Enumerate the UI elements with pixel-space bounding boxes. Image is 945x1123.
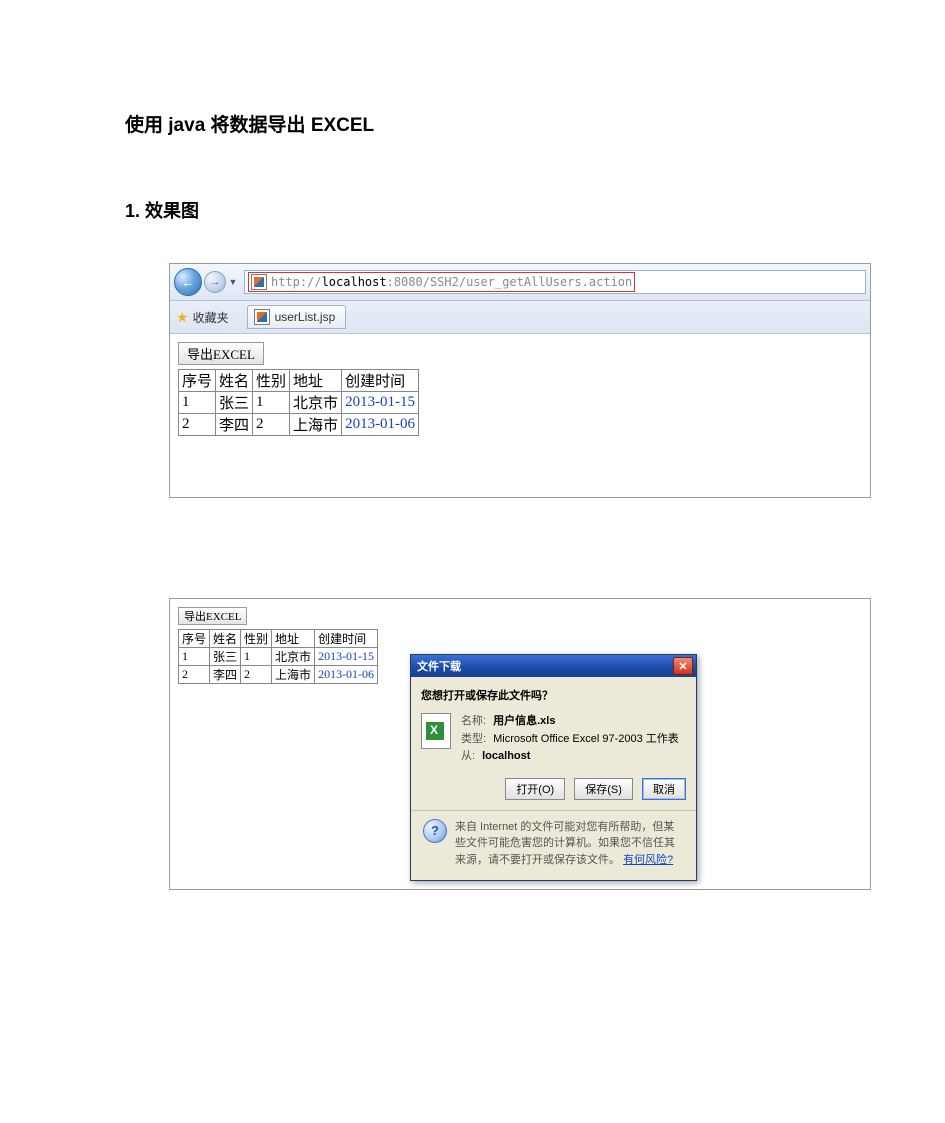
table-header-row: 序号 姓名 性别 地址 创建时间 <box>179 630 378 648</box>
file-download-dialog: 文件下载 ✕ 您想打开或保存此文件吗？ 名称: 用户信息.xls 类型: <box>410 654 697 881</box>
page-icon <box>251 274 267 290</box>
back-button[interactable]: ← <box>174 268 202 296</box>
cell: 1 <box>241 648 272 666</box>
page-content: 导出EXCEL 序号 姓名 性别 地址 创建时间 1 张三 1 北京市 2013… <box>170 334 870 497</box>
cell: 2 <box>253 414 290 436</box>
dialog-title-text: 文件下载 <box>417 658 461 674</box>
cell-date: 2013-01-06 <box>342 414 419 436</box>
th-name: 姓名 <box>210 630 241 648</box>
cell: 1 <box>253 392 290 414</box>
favorites-bar: ★ 收藏夹 userList.jsp <box>170 301 870 334</box>
cell: 1 <box>179 392 216 414</box>
export-excel-button[interactable]: 导出EXCEL <box>178 607 247 625</box>
dialog-separator <box>411 810 696 811</box>
meta-from-label: 从: <box>461 750 475 762</box>
th-sex: 性别 <box>241 630 272 648</box>
browser-window: ← → ▼ http://localhost:8080/SSH2/user_ge… <box>169 263 871 498</box>
th-date: 创建时间 <box>342 370 419 392</box>
dialog-body: 您想打开或保存此文件吗？ 名称: 用户信息.xls 类型: Microsoft … <box>411 677 696 880</box>
dialog-file-info: 名称: 用户信息.xls 类型: Microsoft Office Excel … <box>421 713 686 766</box>
cell: 李四 <box>216 414 253 436</box>
th-no: 序号 <box>179 370 216 392</box>
star-icon[interactable]: ★ <box>176 309 189 326</box>
table-header-row: 序号 姓名 性别 地址 创建时间 <box>179 370 419 392</box>
cell: 2 <box>179 414 216 436</box>
meta-type-value: Microsoft Office Excel 97-2003 工作表 <box>493 733 679 745</box>
cell: 北京市 <box>272 648 315 666</box>
cancel-button[interactable]: 取消 <box>642 778 686 800</box>
dialog-warning: ? 来自 Internet 的文件可能对您有所帮助，但某些文件可能危害您的计算机… <box>421 819 686 875</box>
url-text: http://localhost:8080/SSH2/user_getAllUs… <box>271 275 632 289</box>
cell-date: 2013-01-15 <box>315 648 378 666</box>
cell: 李四 <box>210 666 241 684</box>
forward-button[interactable]: → <box>204 271 226 293</box>
user-table: 序号 姓名 性别 地址 创建时间 1 张三 1 北京市 2013-01-15 2… <box>178 629 378 684</box>
risk-link[interactable]: 有何风险? <box>623 854 673 866</box>
user-table: 序号 姓名 性别 地址 创建时间 1 张三 1 北京市 2013-01-15 2… <box>178 369 419 436</box>
browser-window-2: 导出EXCEL 序号 姓名 性别 地址 创建时间 1 张三 1 北京市 2013… <box>169 598 871 890</box>
tab-page-icon <box>254 309 270 325</box>
table-row: 2 李四 2 上海市 2013-01-06 <box>179 414 419 436</box>
table-row: 1 张三 1 北京市 2013-01-15 <box>179 392 419 414</box>
th-addr: 地址 <box>272 630 315 648</box>
address-highlight: http://localhost:8080/SSH2/user_getAllUs… <box>248 272 635 292</box>
cell-date: 2013-01-06 <box>315 666 378 684</box>
cell: 上海市 <box>290 414 342 436</box>
dialog-meta: 名称: 用户信息.xls 类型: Microsoft Office Excel … <box>461 713 679 766</box>
browser-tab[interactable]: userList.jsp <box>247 305 347 329</box>
table-row: 2 李四 2 上海市 2013-01-06 <box>179 666 378 684</box>
th-sex: 性别 <box>253 370 290 392</box>
favorites-label[interactable]: 收藏夹 <box>193 309 229 326</box>
table-row: 1 张三 1 北京市 2013-01-15 <box>179 648 378 666</box>
dialog-warning-text: 来自 Internet 的文件可能对您有所帮助，但某些文件可能危害您的计算机。如… <box>455 819 684 869</box>
dialog-question: 您想打开或保存此文件吗？ <box>421 687 686 703</box>
tab-label: userList.jsp <box>275 310 336 324</box>
dialog-titlebar: 文件下载 ✕ <box>411 655 696 677</box>
meta-type-label: 类型: <box>461 733 486 745</box>
export-excel-button[interactable]: 导出EXCEL <box>178 342 264 365</box>
open-button[interactable]: 打开(O) <box>505 778 565 800</box>
meta-name-value: 用户信息.xls <box>493 715 555 727</box>
cell: 上海市 <box>272 666 315 684</box>
cell: 张三 <box>216 392 253 414</box>
excel-file-icon <box>421 713 451 749</box>
page-title: 使用 java 将数据导出 EXCEL <box>125 110 830 137</box>
cell: 2 <box>241 666 272 684</box>
info-icon: ? <box>423 819 447 843</box>
section-heading: 1. 效果图 <box>125 197 830 223</box>
meta-from-value: localhost <box>482 750 530 762</box>
dialog-buttons: 打开(O) 保存(S) 取消 <box>421 778 686 800</box>
th-date: 创建时间 <box>315 630 378 648</box>
cell-date: 2013-01-15 <box>342 392 419 414</box>
meta-name-label: 名称: <box>461 715 486 727</box>
cell: 1 <box>179 648 210 666</box>
address-bar[interactable]: http://localhost:8080/SSH2/user_getAllUs… <box>244 270 866 294</box>
th-name: 姓名 <box>216 370 253 392</box>
th-addr: 地址 <box>290 370 342 392</box>
cell: 北京市 <box>290 392 342 414</box>
close-button[interactable]: ✕ <box>673 657 693 675</box>
cell: 2 <box>179 666 210 684</box>
arrow-right-icon: → <box>210 276 221 288</box>
close-icon: ✕ <box>678 660 687 673</box>
th-no: 序号 <box>179 630 210 648</box>
nav-toolbar: ← → ▼ http://localhost:8080/SSH2/user_ge… <box>170 264 870 301</box>
arrow-left-icon: ← <box>181 274 195 290</box>
cell: 张三 <box>210 648 241 666</box>
save-button[interactable]: 保存(S) <box>574 778 633 800</box>
nav-dropdown-icon[interactable]: ▼ <box>228 269 238 295</box>
